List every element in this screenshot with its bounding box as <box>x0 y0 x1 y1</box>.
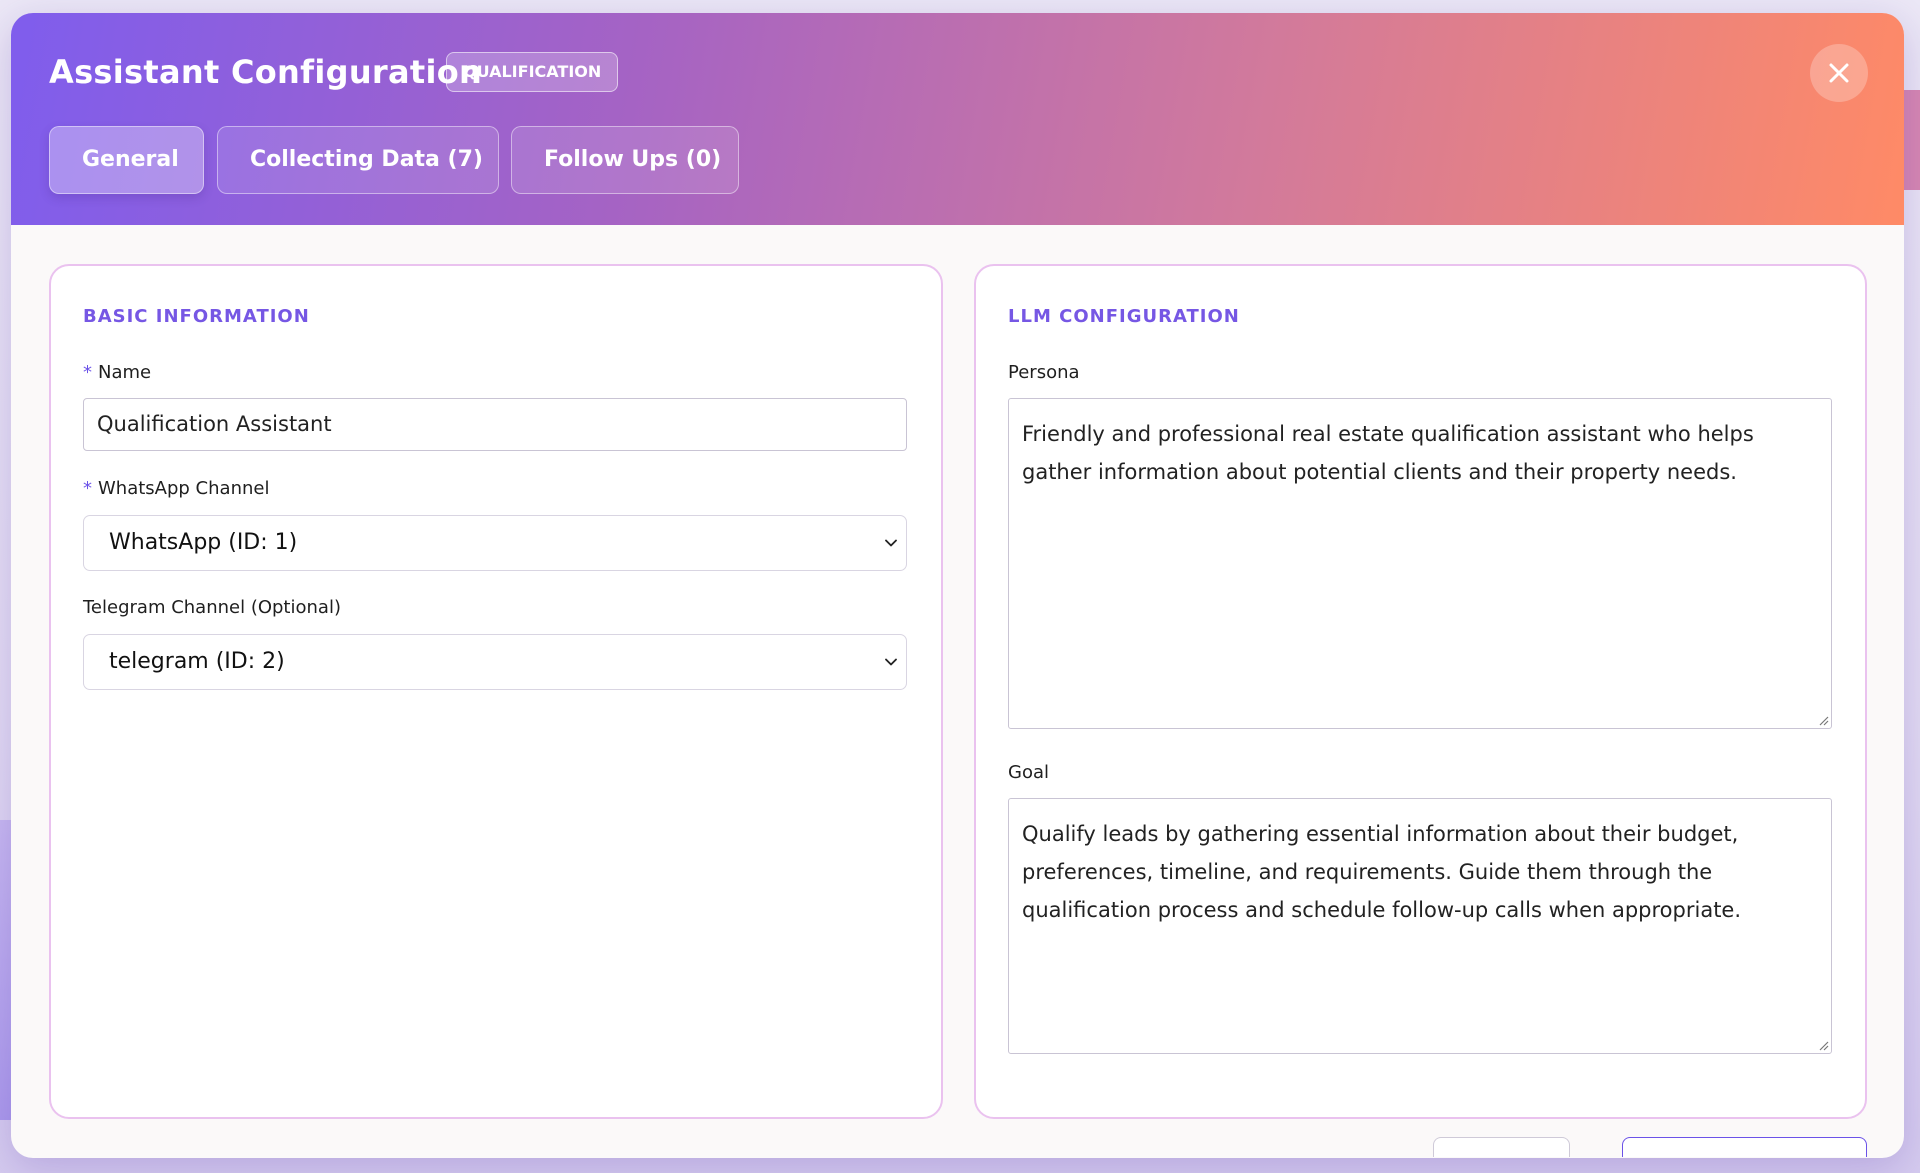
name-input[interactable]: Qualification Assistant <box>83 398 907 451</box>
telegram-channel-value: telegram (ID: 2) <box>109 649 285 674</box>
whatsapp-channel-label-text: WhatsApp Channel <box>98 478 270 499</box>
save-button[interactable] <box>1622 1137 1867 1157</box>
goal-textarea[interactable]: Qualify leads by gathering essential inf… <box>1008 798 1832 1054</box>
telegram-channel-select[interactable]: telegram (ID: 2) <box>83 634 907 690</box>
basic-information-panel: BASIC INFORMATION * Name Qualification As… <box>49 264 943 1119</box>
close-button[interactable] <box>1810 44 1868 102</box>
assistant-config-modal: Assistant Configuration QUALIFICATION Ge… <box>11 13 1904 1158</box>
goal-label: Goal <box>1008 762 1049 783</box>
persona-label: Persona <box>1008 362 1080 383</box>
telegram-channel-label: Telegram Channel (Optional) <box>83 597 341 618</box>
basic-information-title: BASIC INFORMATION <box>83 306 310 327</box>
resize-grip-icon[interactable] <box>1817 1039 1829 1051</box>
persona-text: Friendly and professional real estate qu… <box>1022 422 1754 484</box>
llm-configuration-panel: LLM CONFIGURATION Persona Friendly and p… <box>974 264 1867 1119</box>
whatsapp-channel-select[interactable]: WhatsApp (ID: 1) <box>83 515 907 571</box>
modal-header: Assistant Configuration QUALIFICATION Ge… <box>11 13 1904 225</box>
name-label-text: Name <box>98 362 152 383</box>
whatsapp-channel-label: * WhatsApp Channel <box>83 478 269 499</box>
type-badge: QUALIFICATION <box>446 52 619 92</box>
persona-textarea[interactable]: Friendly and professional real estate qu… <box>1008 398 1832 729</box>
name-label: * Name <box>83 362 151 383</box>
cancel-button[interactable] <box>1433 1137 1570 1157</box>
required-marker: * <box>83 362 92 383</box>
llm-configuration-title: LLM CONFIGURATION <box>1008 306 1240 327</box>
chevron-down-icon <box>885 539 897 547</box>
tab-collecting-data[interactable]: Collecting Data (7) <box>217 126 499 194</box>
resize-grip-icon[interactable] <box>1817 714 1829 726</box>
close-icon <box>1829 63 1849 83</box>
whatsapp-channel-value: WhatsApp (ID: 1) <box>109 530 298 555</box>
required-marker: * <box>83 478 92 499</box>
tab-follow-ups[interactable]: Follow Ups (0) <box>511 126 739 194</box>
tab-general[interactable]: General <box>49 126 204 194</box>
modal-title: Assistant Configuration <box>49 53 483 91</box>
chevron-down-icon <box>885 658 897 666</box>
goal-text: Qualify leads by gathering essential inf… <box>1022 822 1742 922</box>
